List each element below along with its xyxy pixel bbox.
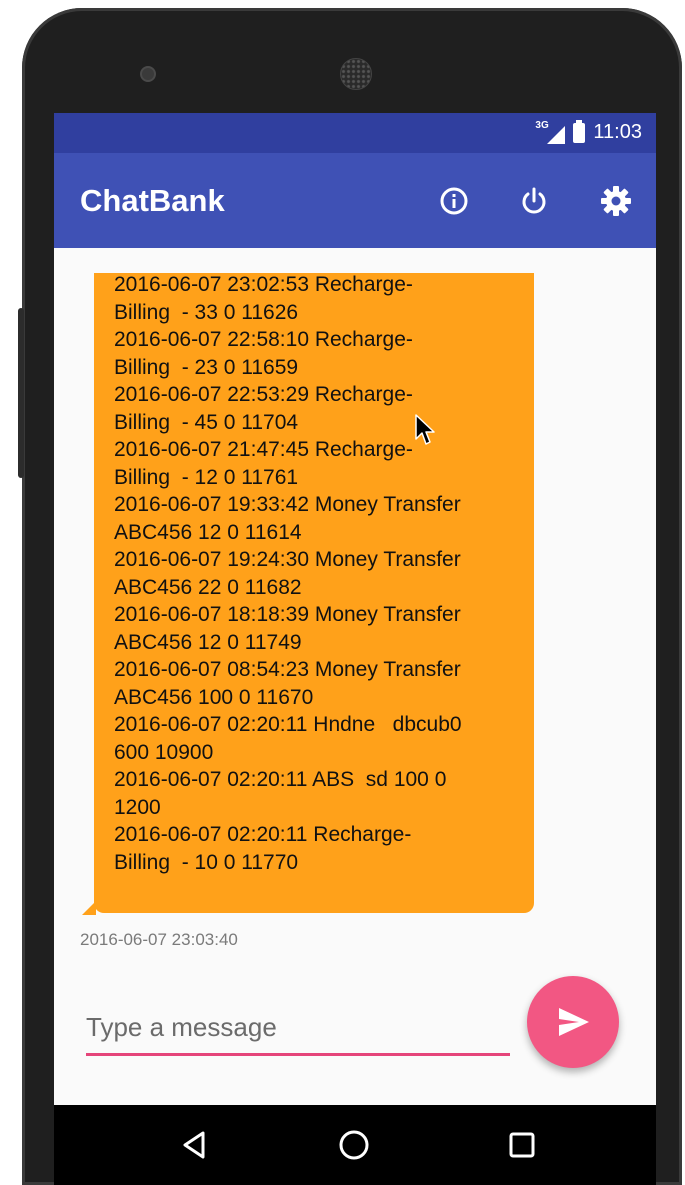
send-button[interactable] — [527, 976, 619, 1068]
message-line: 1200 — [114, 795, 161, 819]
power-icon[interactable] — [516, 183, 552, 219]
app-bar: ChatBank — [54, 153, 656, 248]
mouse-cursor-icon — [414, 413, 436, 452]
message-line: ABC456 22 0 11682 — [114, 575, 302, 599]
message-line: Billing - 23 0 11659 — [114, 355, 299, 379]
message-line: Billing - 33 0 11626 — [114, 300, 299, 324]
message-line: 2016-06-07 02:20:11 ABS sd 100 0 — [114, 768, 447, 791]
status-bar: 3G 11:03 — [54, 113, 656, 153]
earpiece-speaker — [340, 58, 372, 90]
message-bubble-tail — [82, 901, 96, 915]
message-line: 2016-06-07 18:18:39 Money Transfer — [114, 603, 461, 626]
message-line: ABC456 12 0 11614 — [114, 520, 302, 544]
message-line: 600 10900 — [114, 740, 214, 764]
message-timestamp: 2016-06-07 23:03:40 — [80, 930, 238, 949]
message-line: 2016-06-07 02:20:11 Hndne dbcub0 — [114, 713, 462, 736]
phone-side-button — [18, 308, 24, 478]
message-line: 2016-06-07 02:20:11 Recharge- — [114, 823, 412, 846]
message-line: 2016-06-07 19:24:30 Money Transfer — [114, 548, 461, 571]
message-text: 2016-06-07 23:02:53 Recharge- Billing - 3… — [114, 271, 524, 876]
info-icon[interactable] — [436, 183, 472, 219]
home-icon[interactable] — [334, 1125, 374, 1165]
message-line: 2016-06-07 22:53:29 Recharge- — [114, 383, 413, 406]
proximity-sensor — [140, 66, 156, 82]
phone-top-bezel — [22, 8, 682, 118]
message-line: Billing - 12 0 11761 — [114, 465, 299, 489]
message-input[interactable] — [86, 1001, 510, 1056]
navigation-bar — [54, 1105, 656, 1185]
device-screen: 3G 11:03 ChatBank 2016-06-07 23:02:53 Re… — [54, 113, 656, 1185]
message-line: Billing - 45 0 11704 — [114, 410, 299, 434]
app-title: ChatBank — [80, 183, 225, 218]
message-line: Billing - 10 0 11770 — [114, 850, 299, 874]
message-line: ABC456 12 0 11749 — [114, 630, 302, 654]
recent-apps-icon[interactable] — [502, 1125, 542, 1165]
signal-icon: 3G — [535, 120, 566, 144]
back-icon[interactable] — [174, 1125, 214, 1165]
battery-icon — [573, 119, 586, 143]
message-bubble: 2016-06-07 23:02:53 Recharge- Billing - 3… — [94, 273, 534, 913]
status-time: 11:03 — [593, 121, 642, 143]
status-indicators: 3G 11:03 — [535, 119, 642, 144]
message-line: 2016-06-07 22:58:10 Recharge- — [114, 328, 413, 351]
message-line: 2016-06-07 23:02:53 Recharge- — [114, 273, 413, 296]
message-line: ABC456 100 0 11670 — [114, 685, 314, 709]
message-line: 2016-06-07 19:33:42 Money Transfer — [114, 493, 461, 516]
message-line: 2016-06-07 08:54:23 Money Transfer — [114, 658, 461, 681]
gear-icon[interactable] — [598, 183, 634, 219]
message-line: 2016-06-07 21:47:45 Recharge- — [114, 438, 413, 461]
send-icon — [559, 1008, 589, 1036]
